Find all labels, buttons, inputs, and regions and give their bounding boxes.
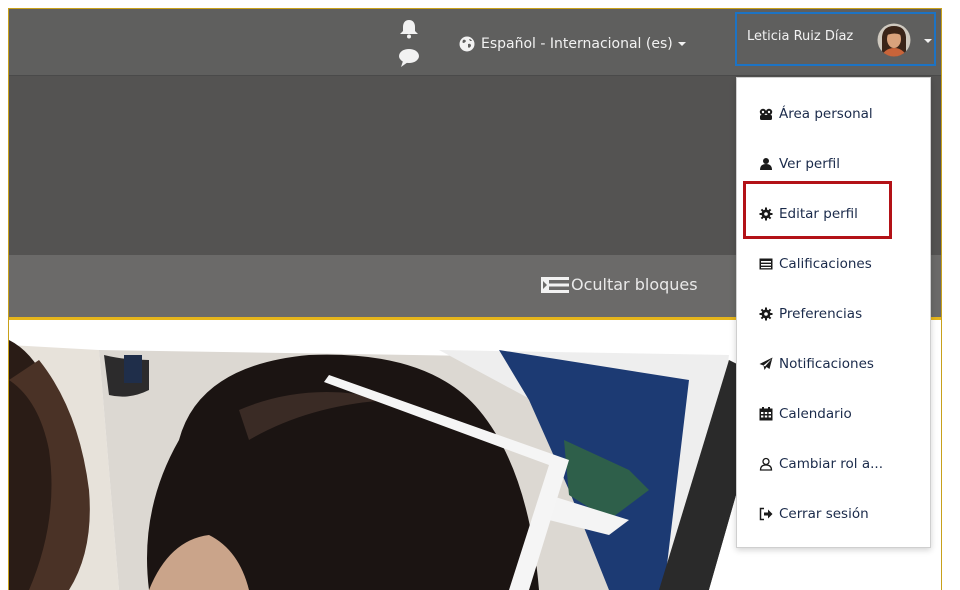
- user-icon: [760, 158, 772, 170]
- menu-item-label: Preferencias: [779, 306, 863, 322]
- bell-icon[interactable]: [398, 19, 420, 39]
- cog-icon: [759, 307, 773, 321]
- globe-icon: [459, 36, 475, 52]
- avatar[interactable]: [877, 23, 911, 57]
- menu-item-label: Ver perfil: [779, 156, 841, 172]
- language-label: Español - Internacional (es): [481, 36, 673, 52]
- chevron-down-icon: [677, 42, 686, 46]
- calendar-icon: [759, 407, 773, 421]
- highlight-annotation-box: [743, 181, 892, 239]
- paper-plane-icon: [759, 357, 773, 370]
- top-navbar: Español - Internacional (es) Leticia Rui…: [9, 9, 941, 76]
- menu-item-notificaciones[interactable]: Notificaciones: [737, 347, 930, 381]
- nav-popover-icons: [398, 19, 420, 71]
- user-dropdown-menu: Área personal Ver perfil Editar perfil C…: [736, 77, 931, 548]
- hide-blocks-button[interactable]: Ocultar bloques: [541, 275, 698, 294]
- hide-blocks-label: Ocultar bloques: [571, 275, 698, 294]
- user-menu-toggle[interactable]: Leticia Ruiz Díaz: [735, 12, 936, 66]
- table-icon: [759, 258, 773, 270]
- menu-item-label: Cambiar rol a...: [779, 456, 883, 472]
- menu-item-calendario[interactable]: Calendario: [737, 397, 930, 431]
- menu-item-area-personal[interactable]: Área personal: [737, 97, 930, 131]
- menu-item-label: Notificaciones: [779, 356, 874, 372]
- menu-item-cerrar-sesion[interactable]: Cerrar sesión: [737, 497, 930, 531]
- menu-item-label: Área personal: [779, 106, 873, 122]
- menu-item-preferencias[interactable]: Preferencias: [737, 297, 930, 331]
- language-menu[interactable]: Español - Internacional (es): [459, 33, 686, 55]
- menu-item-ver-perfil[interactable]: Ver perfil: [737, 147, 930, 181]
- blocks-toggle-icon: [541, 276, 569, 293]
- sign-out-icon: [759, 507, 773, 521]
- menu-item-label: Calificaciones: [779, 256, 872, 272]
- chat-bubble-icon[interactable]: [398, 48, 420, 68]
- menu-item-label: Cerrar sesión: [779, 506, 869, 522]
- user-menu-chevron-icon: [924, 39, 932, 43]
- user-name: Leticia Ruiz Díaz: [747, 29, 854, 44]
- menu-item-label: Calendario: [779, 406, 852, 422]
- dashboard-icon: [759, 108, 773, 120]
- user-outline-icon: [759, 457, 773, 471]
- menu-item-calificaciones[interactable]: Calificaciones: [737, 247, 930, 281]
- menu-item-cambiar-rol[interactable]: Cambiar rol a...: [737, 447, 930, 481]
